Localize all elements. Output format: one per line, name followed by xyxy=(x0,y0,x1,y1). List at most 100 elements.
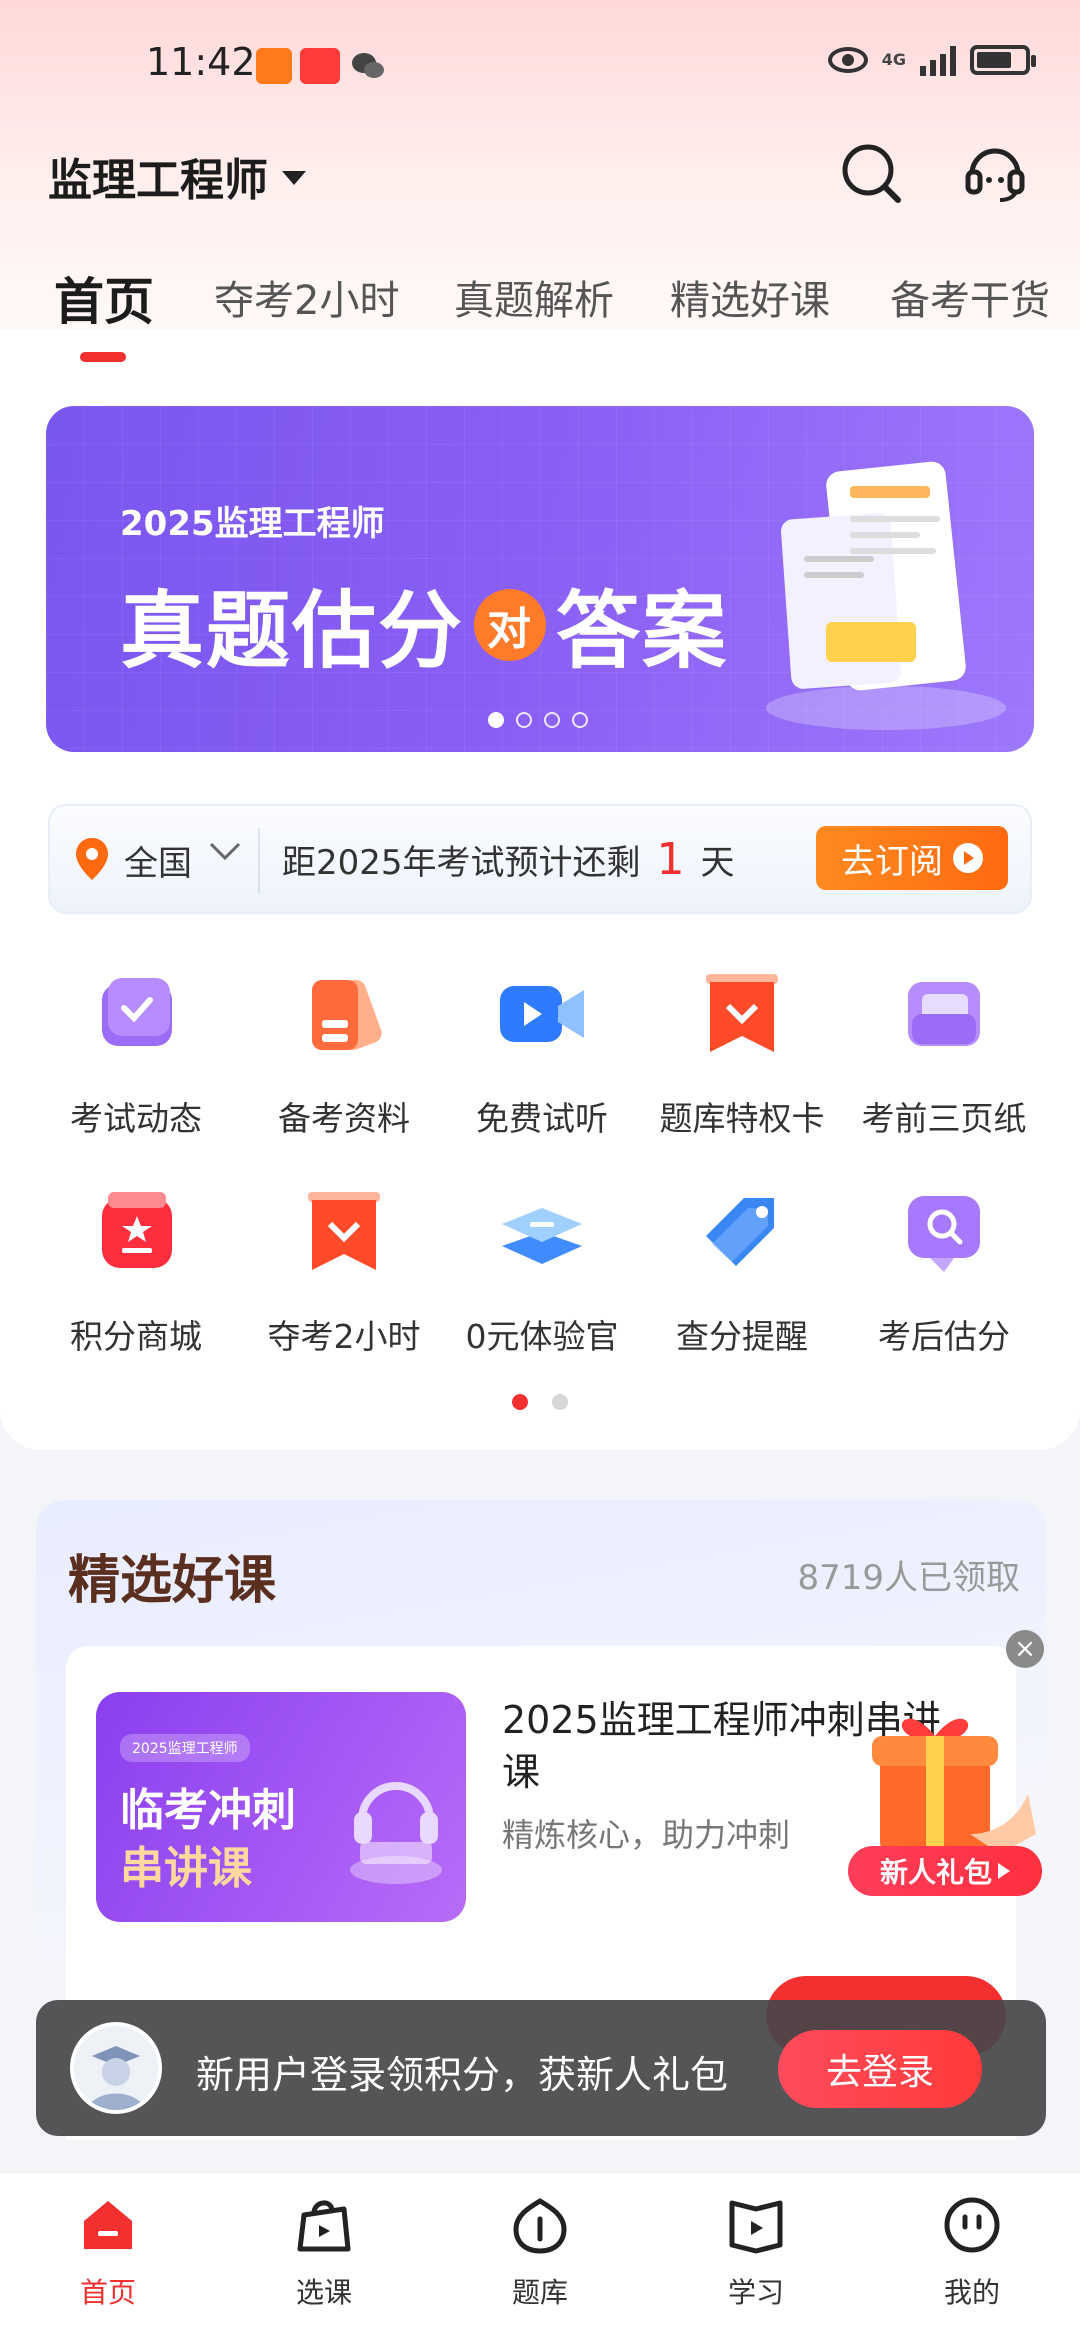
section-title: 精选好课 xyxy=(68,1551,277,1611)
shortcut-three-pages[interactable]: 考前三页纸 xyxy=(836,950,1052,1140)
shortcut-label: 免费试听 xyxy=(476,1099,608,1138)
video-camera-icon xyxy=(500,986,584,1042)
shopping-bag-icon xyxy=(297,2200,351,2252)
folder-icon xyxy=(908,982,980,1046)
subscribe-label: 去订阅 xyxy=(841,841,943,882)
shortcut-free-trial[interactable]: 免费试听 xyxy=(434,950,650,1140)
bookmark-icon xyxy=(308,1192,380,1270)
status-bar: 11:42 4G xyxy=(0,30,1080,102)
shortcut-label: 备考资料 xyxy=(278,1099,410,1138)
nav-courses[interactable]: 选课 xyxy=(216,2173,432,2340)
top-tabs: 首页 夺考2小时 真题解析 精选好课 备考干货 xyxy=(0,268,1080,358)
tag-icon xyxy=(706,1198,774,1266)
shortcut-label: 积分商城 xyxy=(70,1317,202,1356)
banner-title-badge: 对 xyxy=(474,588,547,661)
banner-pagination xyxy=(488,712,588,728)
new-user-gift-button[interactable]: 新人礼包 xyxy=(848,1846,1042,1896)
shortcut-points-mall[interactable]: 积分商城 xyxy=(28,1168,244,1358)
nav-label: 选课 xyxy=(295,2276,352,2309)
search-icon[interactable] xyxy=(838,140,904,206)
play-right-icon xyxy=(998,1863,1010,1879)
course-thumbnail: 2025监理工程师 临考冲刺 串讲课 xyxy=(96,1692,466,1922)
shortcut-privilege-card[interactable]: 题库特权卡 xyxy=(634,950,850,1140)
nav-question-bank[interactable]: 题库 xyxy=(432,2173,648,2340)
tab-indicator xyxy=(80,352,126,362)
login-button[interactable]: 去登录 xyxy=(778,2030,982,2108)
chevron-down-icon[interactable] xyxy=(208,840,242,862)
shortcut-label: 考前三页纸 xyxy=(861,1099,1027,1138)
network-type: 4G xyxy=(881,50,906,69)
bottom-navigation: 首页 选课 题库 学习 我的 xyxy=(0,2172,1080,2340)
shortcut-pagination xyxy=(512,1394,568,1410)
countdown-prefix: 距2025年考试预计还剩 xyxy=(282,843,641,883)
thumbnail-tag: 2025监理工程师 xyxy=(120,1734,250,1762)
tab-home[interactable]: 首页 xyxy=(54,268,154,334)
status-time: 11:42 xyxy=(146,40,256,84)
signal-icon xyxy=(920,44,956,76)
banner-dot xyxy=(572,712,588,728)
banner-title: 真题估分 对 答案 xyxy=(120,564,728,685)
region-selector[interactable]: 全国 xyxy=(124,836,192,885)
customer-service-icon[interactable] xyxy=(962,140,1028,206)
tab-two-hours[interactable]: 夺考2小时 xyxy=(214,268,399,326)
course-description: 精炼核心，助力冲刺 xyxy=(502,1816,791,1854)
banner-subtitle: 2025监理工程师 xyxy=(120,504,385,544)
exam-selector[interactable]: 监理工程师 xyxy=(48,144,306,208)
nav-label: 首页 xyxy=(79,2276,136,2309)
layers-icon xyxy=(502,1208,582,1264)
shortcut-materials[interactable]: 备考资料 xyxy=(236,950,452,1140)
banner-phone-illustration xyxy=(766,461,1006,730)
avatar xyxy=(70,2022,162,2114)
shortcut-label: 夺考2小时 xyxy=(267,1317,421,1356)
nav-label: 我的 xyxy=(943,2276,1000,2309)
eye-comfort-icon xyxy=(827,47,868,73)
tab-selected-courses[interactable]: 精选好课 xyxy=(670,268,830,326)
notification-news-icon xyxy=(300,48,340,84)
subscribe-button[interactable]: 去订阅 xyxy=(816,826,1008,890)
tab-prep-tips[interactable]: 备考干货 xyxy=(890,268,1050,326)
claimed-count: 8719人已领取 xyxy=(797,1558,1020,1598)
shortcut-label: 考试动态 xyxy=(70,1099,202,1138)
shortcut-score-alert[interactable]: 查分提醒 xyxy=(634,1168,850,1358)
caret-down-icon xyxy=(282,171,306,185)
login-prompt-text: 新用户登录领积分，获新人礼包 xyxy=(196,2053,729,2097)
nav-label: 学习 xyxy=(727,2276,784,2309)
divider xyxy=(258,828,260,894)
materials-icon xyxy=(312,979,382,1050)
thumbnail-title-line1: 临考冲刺 xyxy=(120,1785,296,1836)
thumbnail-title-line2: 串讲课 xyxy=(120,1843,252,1894)
shortcut-exam-news[interactable]: 考试动态 xyxy=(28,950,244,1140)
wechat-icon xyxy=(350,48,386,84)
shortcut-label: 查分提醒 xyxy=(676,1317,808,1356)
shortcut-two-hours[interactable]: 夺考2小时 xyxy=(236,1168,452,1358)
nav-study[interactable]: 学习 xyxy=(648,2173,864,2340)
calendar-check-icon xyxy=(102,978,172,1046)
shortcut-label: 考后估分 xyxy=(878,1317,1010,1356)
play-circle-icon xyxy=(953,843,983,873)
banner-title-right: 答案 xyxy=(556,582,729,680)
battery-icon xyxy=(970,45,1036,75)
study-book-icon xyxy=(729,2200,783,2254)
banner-dot xyxy=(516,712,532,728)
close-icon[interactable]: × xyxy=(1006,1630,1044,1668)
home-icon xyxy=(84,2201,132,2249)
tab-exam-analysis[interactable]: 真题解析 xyxy=(454,268,614,326)
notification-app-icon xyxy=(256,48,292,84)
search-chat-icon xyxy=(908,1196,980,1272)
location-pin-icon xyxy=(76,838,108,880)
shortcut-free-experience[interactable]: 0元体验官 xyxy=(434,1168,650,1358)
countdown-days: 1 xyxy=(656,834,685,885)
promo-banner[interactable]: 2025监理工程师 真题估分 对 答案 xyxy=(46,406,1034,752)
countdown-suffix: 天 xyxy=(700,843,735,883)
graduate-avatar-icon xyxy=(74,2026,158,2110)
banner-dot xyxy=(488,712,504,728)
shortcut-score-estimate[interactable]: 考后估分 xyxy=(836,1168,1052,1358)
page-dot xyxy=(512,1394,528,1410)
gift-badge-label: 新人礼包 xyxy=(879,1856,992,1889)
exam-title: 监理工程师 xyxy=(48,155,268,206)
countdown-text: 距2025年考试预计还剩 1 天 xyxy=(282,834,735,885)
points-mall-icon xyxy=(102,1192,172,1268)
banner-title-left: 真题估分 xyxy=(120,582,465,680)
nav-profile[interactable]: 我的 xyxy=(864,2173,1080,2340)
nav-home[interactable]: 首页 xyxy=(0,2173,216,2340)
